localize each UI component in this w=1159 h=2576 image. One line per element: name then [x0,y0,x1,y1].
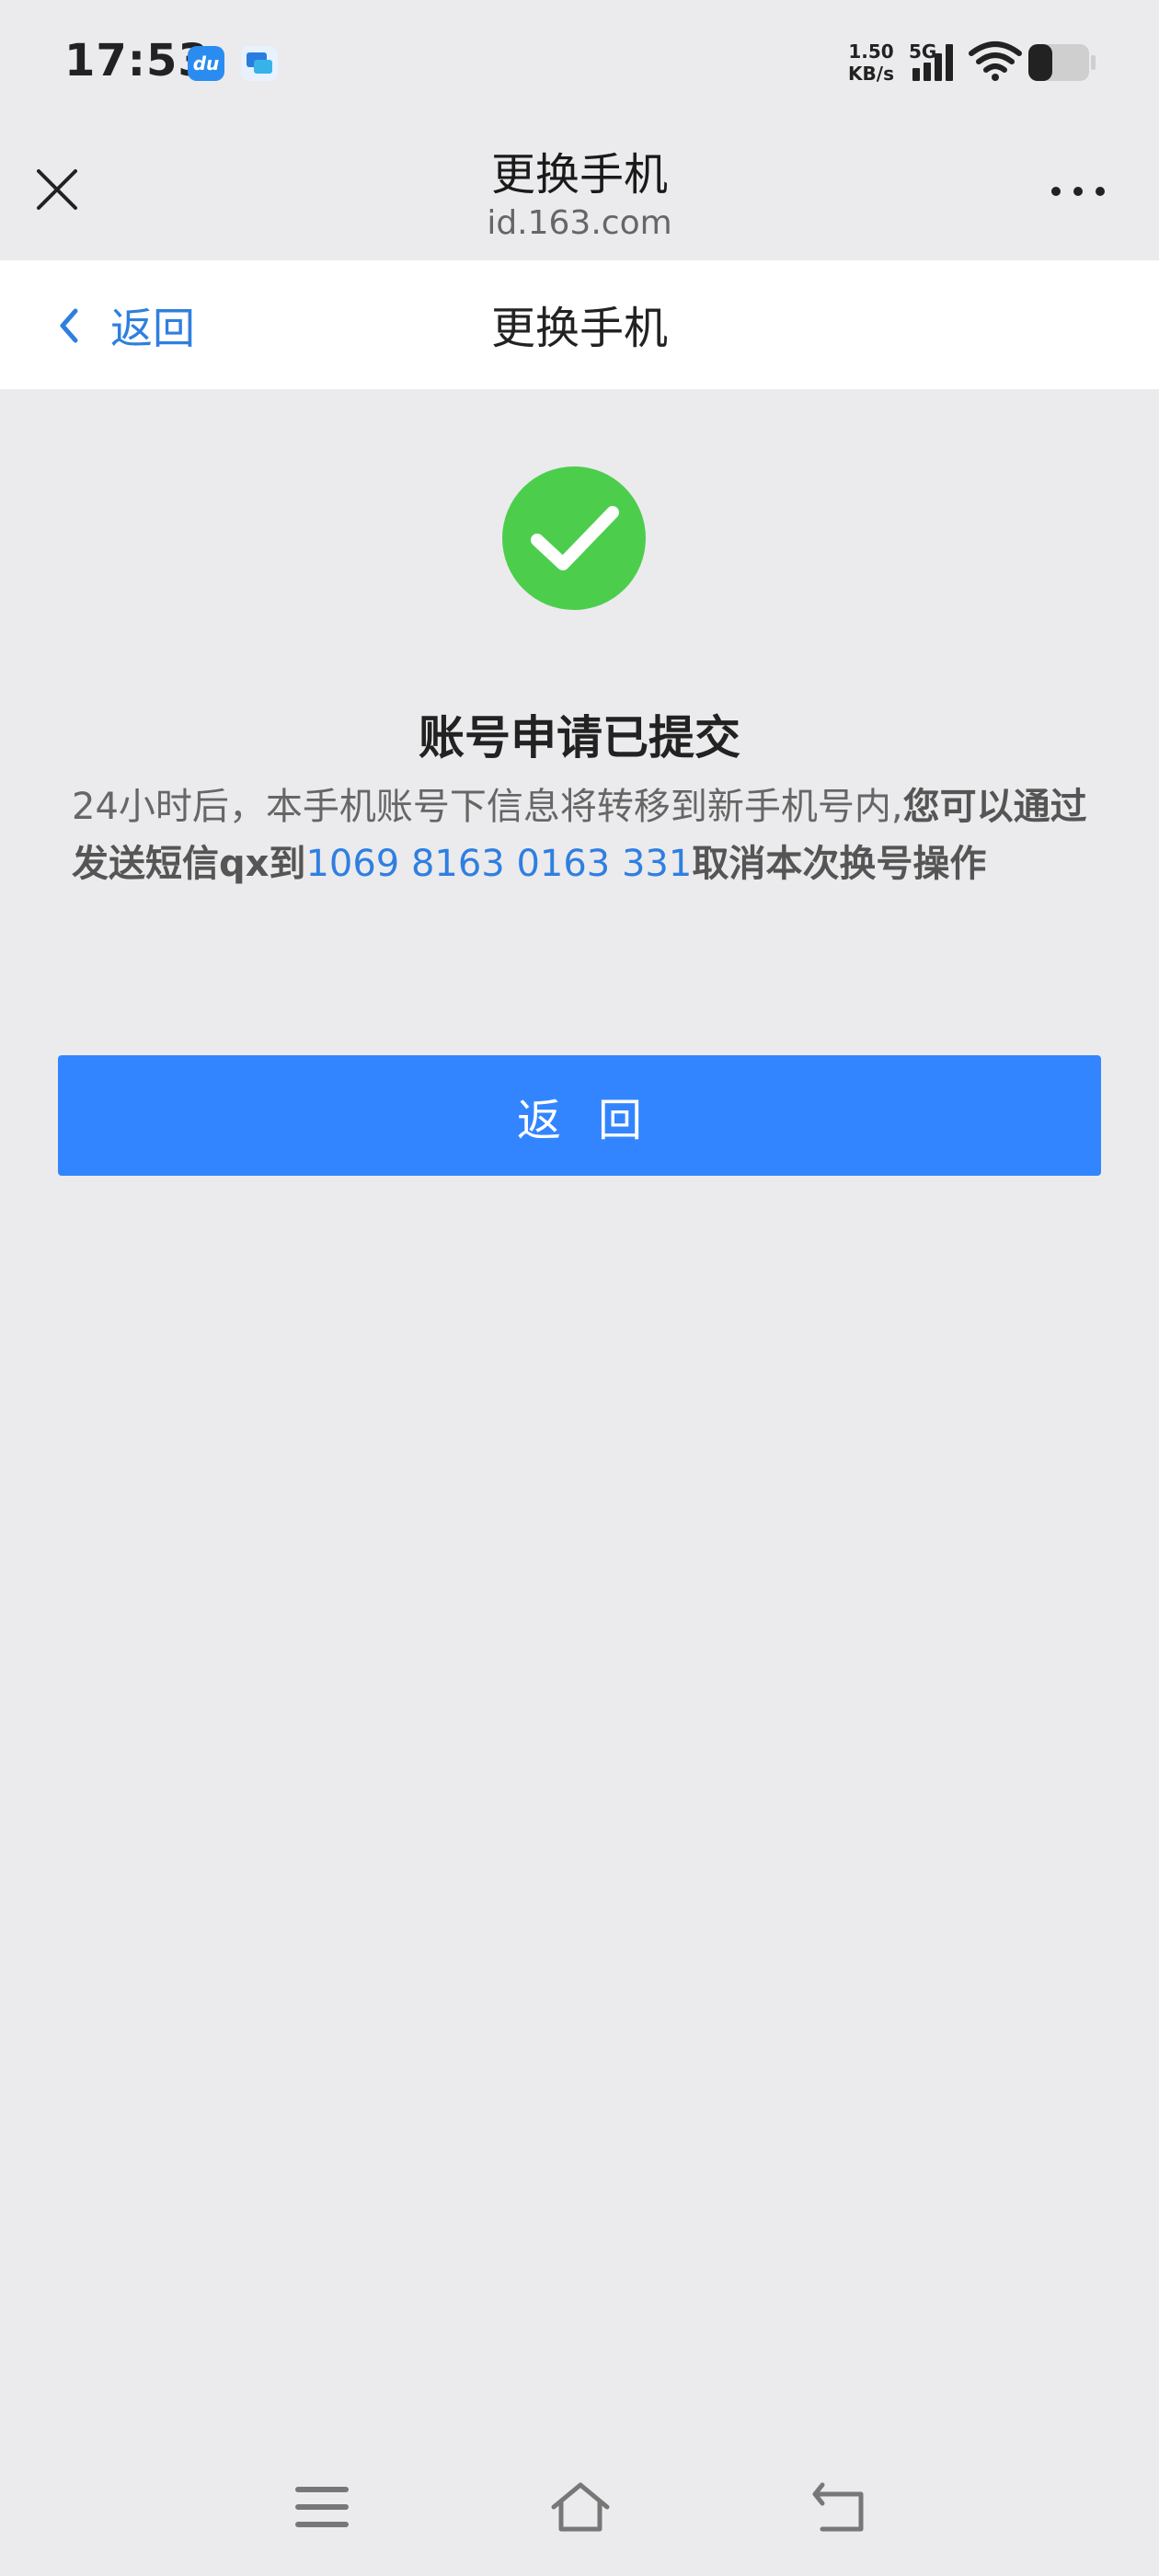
du-app-icon: du [188,46,224,81]
desc-part3: 取消本次换号操作 [692,843,987,885]
back-nav-icon[interactable] [809,2479,868,2535]
signal-icon [912,44,953,81]
success-check-icon [502,466,646,610]
sms-number: 1069 8163 0163 331 [305,843,693,885]
home-icon[interactable] [548,2479,613,2535]
menu-icon[interactable] [294,2484,350,2530]
more-options-icon[interactable] [1049,180,1107,202]
success-title: 账号申请已提交 [419,711,740,765]
page-title: 更换手机 [490,303,668,354]
message-app-icon [241,46,278,81]
description-text: 24小时后，本手机账号下信息将转移到新手机号内,您可以通过发送短信qx到1069… [72,778,1093,892]
desc-part1: 24小时后，本手机账号下信息将转移到新手机号内, [72,786,903,828]
battery-icon [1028,44,1096,81]
network-speed-value: 1.50 [848,40,894,63]
network-speed-unit: KB/s [848,63,894,85]
browser-title: 更换手机 [490,149,668,201]
wifi-icon [969,41,1022,81]
return-button[interactable]: 返回 [58,1055,1101,1176]
status-bar: 17:53 du 1.50 KB/s 5G [0,0,1159,124]
page-nav-bar: 返回 更换手机 [0,260,1159,389]
network-speed: 1.50 KB/s [843,40,900,85]
browser-domain: id.163.com [487,204,672,242]
